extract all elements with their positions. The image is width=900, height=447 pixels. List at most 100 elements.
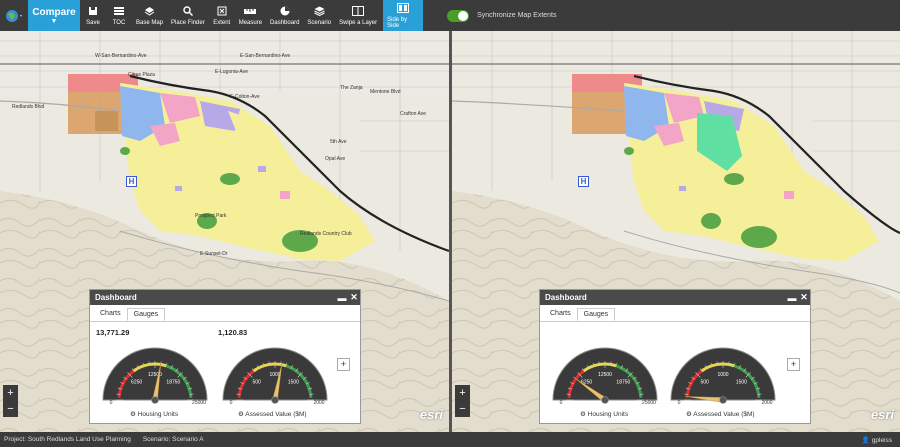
dashboard-panel-right: Dashboard ▬ ✕ Charts Gauges 0 6250 12500 18… [539, 289, 811, 424]
map-label-fifth: 5th Ave [330, 139, 347, 145]
zoom-out-button[interactable]: − [455, 401, 470, 417]
gauge-tick-label: 12500 [598, 372, 612, 378]
save-icon [89, 7, 97, 15]
gauge-tick-label: 2000 [761, 400, 772, 406]
extent-button[interactable]: Extent [209, 0, 235, 31]
hospital-icon: H [578, 176, 589, 187]
app-window: Compare ▼ Save TOC Base Map Place Finder… [0, 0, 900, 447]
dashboard-label: Dashboard [270, 20, 300, 26]
add-gauge-button[interactable]: + [787, 358, 800, 371]
gauge-tick-label: 6250 [131, 380, 142, 386]
zoom-in-button[interactable]: + [455, 385, 470, 401]
map-label-redlands: Redlands Blvd [12, 104, 45, 110]
dashboard-button[interactable]: Dashboard [266, 0, 303, 31]
extent-icon [217, 6, 227, 16]
gauge-hub [151, 396, 159, 404]
map-label-country-club: Redlands Country Club [300, 231, 352, 237]
dashboard-title: Dashboard [545, 293, 587, 302]
map-label-zanja: The Zanja [340, 85, 363, 91]
gauge-tick-label: 500 [252, 380, 261, 386]
dashboard-header: Dashboard ▬ ✕ [90, 290, 360, 305]
scenario-button[interactable]: Scenario [303, 0, 335, 31]
gear-icon: ⚙ [580, 411, 586, 418]
list-icon [114, 7, 124, 15]
side-by-side-button[interactable]: Side by Side [383, 0, 424, 31]
map-label-colton: E-Colton-Ave [230, 94, 260, 100]
esri-logo: esri [870, 407, 894, 422]
user-name[interactable]: 👤 gpleiss [862, 436, 892, 444]
dashboard-title: Dashboard [95, 293, 137, 302]
gauge-tick-label: 1500 [288, 380, 299, 386]
tab-charts[interactable]: Charts [544, 308, 577, 321]
housing-units-text: Housing Units [587, 411, 629, 418]
gauge-tick-label: 1000 [717, 372, 728, 378]
save-button[interactable]: Save [80, 0, 106, 31]
tab-gauges[interactable]: Gauges [126, 308, 166, 321]
zoom-control-left: + − [3, 385, 18, 417]
ruler-icon [244, 9, 257, 14]
gear-icon: ⚙ [130, 411, 136, 418]
gauge-hub [601, 396, 609, 404]
map-label-sunset: E-Sunset-Dr [200, 251, 228, 257]
map-label-sb-ave: W-San-Bernardino-Ave [95, 53, 147, 59]
gauges-body: 0 6250 12500 18750 25000 0 500 1000 1500 2000 ⚙ … [540, 322, 810, 423]
esri-logo: esri [419, 407, 443, 422]
swipe-layer-label: Swipe a Layer [339, 20, 378, 26]
extent-label: Extent [213, 20, 231, 26]
main-toolbar: Compare ▼ Save TOC Base Map Place Finder… [0, 0, 900, 31]
gauge-hub [719, 396, 727, 404]
dashboard-tabs: Charts Gauges [540, 305, 810, 322]
chevron-down-icon: ▼ [50, 17, 58, 25]
compare-button[interactable]: Compare ▼ [28, 0, 80, 31]
status-bar: Project: South Redlands Land Use Plannin… [0, 432, 900, 447]
tab-charts[interactable]: Charts [94, 308, 127, 321]
toc-button[interactable]: TOC [106, 0, 132, 31]
sync-extents-control: Synchronize Map Extents [447, 0, 557, 31]
minimize-icon[interactable]: ▬ [336, 293, 348, 303]
map-label-opal: Opal Ave [325, 156, 346, 162]
housing-units-label: ⚙ Housing Units [130, 410, 178, 418]
assessed-value-text: Assessed Value ($M) [245, 411, 307, 418]
scenario-label: Scenario [307, 20, 332, 26]
stack-icon [314, 6, 325, 16]
project-name: Project: South Redlands Land Use Plannin… [4, 436, 131, 443]
hospital-icon: H [126, 176, 137, 187]
assessed-value-label: ⚙ Assessed Value ($M) [686, 410, 755, 418]
gauge-tick-label: 18750 [616, 380, 630, 386]
gauge-tick-label: 0 [560, 400, 563, 406]
swipe-icon [352, 6, 365, 16]
map-label-citrus: Citrus Plaza [128, 72, 155, 78]
gauge-tick-label: 18750 [166, 380, 180, 386]
gauge-hub [271, 396, 279, 404]
base-map-button[interactable]: Base Map [132, 0, 167, 31]
place-finder-button[interactable]: Place Finder [167, 0, 209, 31]
user-icon: 👤 [861, 436, 870, 444]
minimize-icon[interactable]: ▬ [786, 293, 798, 303]
add-gauge-button[interactable]: + [337, 358, 350, 371]
housing-units-value: 13,771.29 [96, 328, 130, 337]
swipe-layer-button[interactable]: Swipe a Layer [335, 0, 381, 31]
dashboard-header: Dashboard ▬ ✕ [540, 290, 810, 305]
dashboard-tabs: Charts Gauges [90, 305, 360, 322]
sync-extents-toggle[interactable] [447, 9, 470, 22]
tab-gauges[interactable]: Gauges [576, 308, 616, 321]
close-icon[interactable]: ✕ [798, 292, 810, 303]
measure-button[interactable]: Measure [235, 0, 266, 31]
housing-units-text: Housing Units [137, 411, 179, 418]
housing-units-label: ⚙ Housing Units [580, 410, 628, 418]
app-menu-button[interactable] [0, 0, 28, 31]
gear-icon: ⚙ [238, 411, 244, 418]
gauge-tick-label: 500 [700, 380, 709, 386]
gauge-tick-label: 2000 [313, 400, 324, 406]
assessed-value-text: Assessed Value ($M) [693, 411, 755, 418]
scenario-name: Scenario: Scenario A [142, 436, 204, 443]
user-name-text: gpleiss [871, 436, 892, 444]
map-label-mentone: Mentone Blvd [370, 89, 401, 95]
assessed-value-gauge: 0500100015002000 [222, 347, 328, 406]
close-icon[interactable]: ✕ [348, 292, 360, 303]
assessed-value-value: 1,120.83 [218, 328, 248, 337]
housing-units-gauge: 06250125001875025000 [552, 347, 658, 406]
zoom-out-button[interactable]: − [3, 401, 18, 417]
assessed-value-label: ⚙ Assessed Value ($M) [238, 410, 307, 418]
zoom-in-button[interactable]: + [3, 385, 18, 401]
